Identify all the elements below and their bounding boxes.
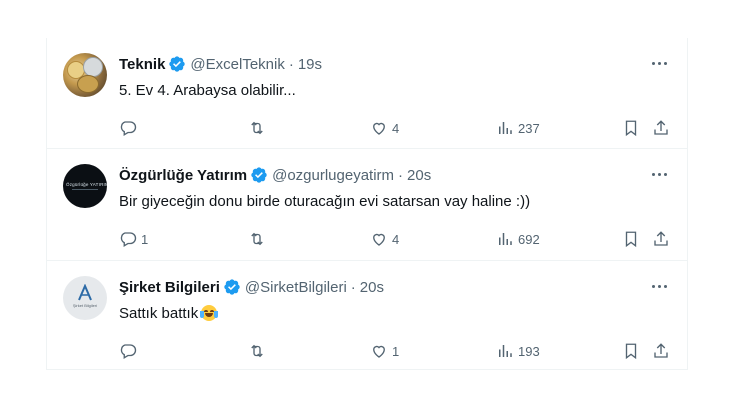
timestamp[interactable]: 19s bbox=[298, 56, 322, 73]
more-options-icon[interactable] bbox=[649, 165, 671, 185]
verified-badge-icon bbox=[224, 279, 240, 295]
views-button[interactable]: 193 bbox=[496, 341, 540, 361]
bookmark-icon bbox=[625, 231, 637, 248]
verified-badge-icon bbox=[251, 167, 267, 183]
reply-button[interactable]: 1 bbox=[119, 229, 148, 249]
separator: · bbox=[288, 55, 294, 73]
retweet-button[interactable] bbox=[248, 118, 270, 138]
tweet-header: Teknik @ExcelTeknik · 19s bbox=[119, 54, 322, 74]
tweet-actions: 1 4 692 bbox=[119, 229, 671, 249]
share-icon bbox=[654, 343, 668, 358]
like-count: 1 bbox=[392, 343, 400, 359]
more-options-icon[interactable] bbox=[649, 277, 671, 297]
separator: · bbox=[350, 278, 356, 296]
tweet-actions: 1 193 bbox=[119, 341, 671, 361]
bookmark-button[interactable] bbox=[622, 118, 640, 138]
tweet-text-container: Sattık battık bbox=[119, 305, 219, 322]
display-name[interactable]: Teknik bbox=[119, 56, 165, 73]
like-count: 4 bbox=[392, 120, 400, 136]
share-button[interactable] bbox=[652, 229, 670, 249]
heart-icon bbox=[373, 122, 385, 135]
more-options-icon[interactable] bbox=[649, 54, 671, 74]
bookmark-button[interactable] bbox=[622, 341, 640, 361]
tweet-header: Şirket Bilgileri @SirketBilgileri · 20s bbox=[119, 277, 384, 297]
like-button[interactable]: 1 bbox=[370, 341, 399, 361]
avatar-logo-text: Şirket Bilgileri bbox=[72, 303, 98, 308]
share-button[interactable] bbox=[652, 341, 670, 361]
share-icon bbox=[654, 120, 668, 135]
like-button[interactable]: 4 bbox=[370, 229, 399, 249]
view-count: 692 bbox=[518, 231, 540, 247]
sirket-bilgileri-logo-icon bbox=[78, 284, 92, 301]
timeline-right-border bbox=[687, 38, 688, 370]
like-count: 4 bbox=[392, 231, 400, 247]
reply-count: 1 bbox=[141, 231, 149, 247]
like-button[interactable]: 4 bbox=[370, 118, 399, 138]
tears-of-joy-emoji-icon bbox=[200, 305, 219, 321]
share-button[interactable] bbox=[652, 118, 670, 138]
retweet-icon bbox=[251, 121, 263, 135]
avatar[interactable]: Şirket Bilgileri bbox=[63, 276, 107, 320]
timestamp[interactable]: 20s bbox=[407, 167, 431, 184]
avatar-logo-text: Özgürlüğe YATIRIM bbox=[66, 182, 107, 187]
views-chart-icon bbox=[499, 233, 512, 245]
tweet-feed: Teknik @ExcelTeknik · 19s 5. Ev 4. Araba… bbox=[46, 38, 687, 370]
tweet-actions: 4 237 bbox=[119, 118, 671, 138]
bookmark-icon bbox=[625, 120, 637, 137]
view-count: 193 bbox=[518, 343, 540, 359]
reply-button[interactable] bbox=[119, 341, 141, 361]
retweet-icon bbox=[251, 344, 263, 358]
user-handle[interactable]: @ozgurlugeyatirm bbox=[272, 167, 394, 184]
view-count: 237 bbox=[518, 120, 540, 136]
reply-icon bbox=[120, 344, 137, 359]
reply-icon bbox=[120, 121, 137, 136]
tweet-header: Özgürlüğe Yatırım @ozgurlugeyatirm · 20s bbox=[119, 165, 431, 185]
heart-icon bbox=[373, 345, 385, 358]
views-button[interactable]: 237 bbox=[496, 118, 540, 138]
retweet-button[interactable] bbox=[248, 341, 270, 361]
retweet-icon bbox=[251, 232, 263, 246]
tweet-text: 5. Ev 4. Arabaysa olabilir... bbox=[119, 82, 296, 99]
views-button[interactable]: 692 bbox=[496, 229, 540, 249]
tweet[interactable]: Özgürlüğe YATIRIM Özgürlüğe Yatırım @ozg… bbox=[46, 149, 687, 261]
views-chart-icon bbox=[499, 122, 512, 134]
tweet[interactable]: Teknik @ExcelTeknik · 19s 5. Ev 4. Araba… bbox=[46, 38, 687, 149]
timestamp[interactable]: 20s bbox=[360, 279, 384, 296]
display-name[interactable]: Özgürlüğe Yatırım bbox=[119, 167, 247, 184]
reply-icon bbox=[120, 232, 137, 247]
avatar[interactable]: Özgürlüğe YATIRIM bbox=[63, 164, 107, 208]
heart-icon bbox=[373, 233, 385, 246]
avatar[interactable] bbox=[63, 53, 107, 97]
tweet[interactable]: Şirket Bilgileri Şirket Bilgileri @Sirke… bbox=[46, 261, 687, 370]
verified-badge-icon bbox=[169, 56, 186, 72]
separator: · bbox=[398, 166, 404, 184]
bookmark-button[interactable] bbox=[622, 229, 640, 249]
reply-button[interactable] bbox=[119, 118, 141, 138]
user-handle[interactable]: @SirketBilgileri bbox=[245, 279, 347, 296]
tweet-text: Bir giyeceğin donu birde oturacağın evi … bbox=[119, 193, 531, 210]
tweet-text: Sattık battık bbox=[119, 305, 199, 322]
retweet-button[interactable] bbox=[248, 229, 270, 249]
user-handle[interactable]: @ExcelTeknik bbox=[190, 56, 284, 73]
share-icon bbox=[654, 231, 668, 246]
views-chart-icon bbox=[499, 345, 512, 357]
bookmark-icon bbox=[625, 343, 637, 360]
display-name[interactable]: Şirket Bilgileri bbox=[119, 279, 220, 296]
